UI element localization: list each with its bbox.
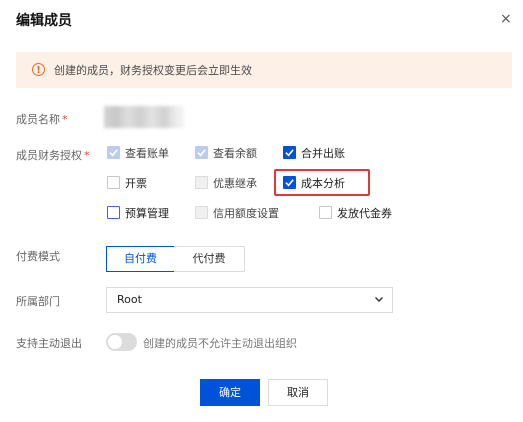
toggle-knob bbox=[108, 335, 122, 349]
option-label-credit-limit: 信用额度设置 bbox=[213, 207, 279, 220]
required-mark: * bbox=[84, 149, 90, 162]
allow-exit-label: 支持主动退出 bbox=[16, 337, 82, 350]
confirm-button[interactable]: 确定 bbox=[200, 379, 260, 406]
chevron-down-icon bbox=[375, 297, 383, 302]
option-label-view-balance: 查看余额 bbox=[213, 147, 257, 160]
warning-circle-icon: ! bbox=[32, 63, 45, 76]
option-label-view-bill: 查看账单 bbox=[125, 147, 169, 160]
check-icon bbox=[285, 179, 294, 187]
checkbox-merge-billing[interactable] bbox=[283, 146, 296, 159]
cancel-button[interactable]: 取消 bbox=[268, 379, 328, 406]
member-name-value-redacted bbox=[104, 106, 184, 128]
finance-auth-label: 成员财务授权 * bbox=[16, 149, 90, 162]
department-value: Root bbox=[117, 293, 142, 306]
check-icon bbox=[197, 149, 206, 157]
department-select[interactable]: Root bbox=[106, 287, 393, 313]
notice-text: 创建的成员，财务授权变更后会立即生效 bbox=[54, 64, 252, 77]
checkbox-issue-voucher[interactable] bbox=[319, 206, 332, 219]
option-label-budget-management: 预算管理 bbox=[125, 207, 169, 220]
dialog-title: 编辑成员 bbox=[16, 13, 72, 29]
option-label-issue-voucher: 发放代金券 bbox=[337, 207, 392, 220]
checkbox-view-balance[interactable] bbox=[195, 146, 208, 159]
checkbox-view-bill[interactable] bbox=[107, 146, 120, 159]
required-mark: * bbox=[62, 113, 68, 126]
option-label-discount-inherit: 优惠继承 bbox=[213, 177, 257, 190]
member-name-label: 成员名称 * bbox=[16, 113, 68, 126]
payment-mode-proxy-pay[interactable]: 代付费 bbox=[174, 246, 245, 272]
checkbox-cost-analysis[interactable] bbox=[283, 176, 296, 189]
option-label-invoice: 开票 bbox=[125, 177, 147, 190]
checkbox-credit-limit[interactable] bbox=[195, 206, 208, 219]
payment-mode-self-pay[interactable]: 自付费 bbox=[106, 246, 175, 272]
option-label-cost-analysis: 成本分析 bbox=[301, 177, 345, 190]
close-icon[interactable]: × bbox=[500, 11, 512, 27]
checkbox-budget-management[interactable] bbox=[107, 206, 120, 219]
allow-exit-description: 创建的成员不允许主动退出组织 bbox=[143, 337, 297, 350]
check-icon bbox=[109, 149, 118, 157]
checkbox-invoice[interactable] bbox=[107, 176, 120, 189]
notice-banner: ! 创建的成员，财务授权变更后会立即生效 bbox=[16, 52, 512, 88]
department-label: 所属部门 bbox=[16, 295, 60, 308]
allow-exit-toggle[interactable] bbox=[106, 333, 137, 351]
checkbox-discount-inherit[interactable] bbox=[195, 176, 208, 189]
option-label-merge-billing: 合并出账 bbox=[301, 147, 345, 160]
payment-mode-label: 付费模式 bbox=[16, 250, 60, 263]
check-icon bbox=[285, 149, 294, 157]
